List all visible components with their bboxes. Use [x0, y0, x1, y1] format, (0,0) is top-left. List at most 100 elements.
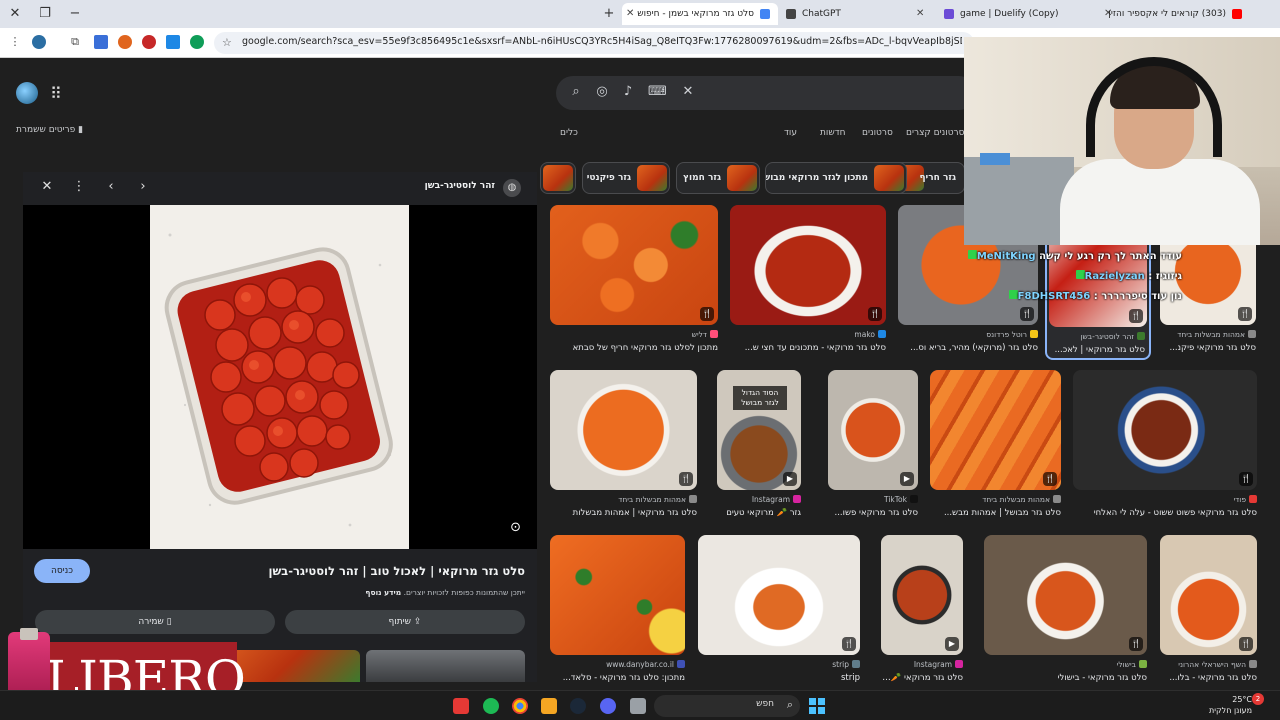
extensions-icon[interactable]: ⧉	[68, 35, 82, 49]
result-title[interactable]: מתכון: סלט גזר מרוקאי - סלאד...	[550, 673, 685, 683]
tab-youtube[interactable]: ✕ (303) קוראים לי אקספיר והזין	[1100, 3, 1250, 25]
result-card[interactable]: ▶ TikTok סלט גזר מרוקאי פשו...	[828, 370, 918, 522]
preview-source[interactable]: זהר לוסטיגר-בשן	[425, 181, 495, 191]
tab-close-icon[interactable]: ✕	[626, 3, 634, 25]
search-icon[interactable]: ⌕	[568, 84, 584, 99]
filter-videos[interactable]: סרטונים	[862, 128, 893, 138]
result-card[interactable]: 🍴 דליש מתכון לסלט גזר מרוקאי חריף של סבת…	[550, 205, 718, 355]
app-icon[interactable]	[453, 698, 469, 714]
result-image[interactable]: ▶	[828, 370, 918, 490]
result-title[interactable]: סלט גזר מרוקאי - בישולי	[984, 673, 1147, 683]
result-image[interactable]: 🍴	[550, 205, 718, 325]
result-image[interactable]: 🍴	[984, 535, 1147, 655]
lens-search-icon[interactable]: ⊙	[510, 520, 521, 535]
extension-icon[interactable]	[118, 35, 132, 49]
result-image[interactable]	[550, 535, 685, 655]
keyboard-icon[interactable]: ⌨	[648, 84, 667, 99]
result-card[interactable]: 🍴 פודי סלט גזר מרוקאי פשוט ששוט - עלה לי…	[1073, 370, 1257, 522]
result-image[interactable]: 🍴	[1073, 370, 1257, 490]
result-title[interactable]: סלט גזר מרוקאי פשו...	[828, 508, 918, 518]
result-title[interactable]: גזר 🥕 מרוקאי טעים	[717, 508, 801, 518]
related-thumbnail[interactable]	[366, 650, 525, 682]
extension-icon[interactable]	[166, 35, 180, 49]
discord-icon[interactable]	[600, 698, 616, 714]
result-title[interactable]: סלט גזר מרוקאי | אמהות מבשלות	[550, 508, 697, 518]
result-card[interactable]: www.danybar.co.il מתכון: סלט גזר מרוקאי …	[550, 535, 685, 687]
notification-badge[interactable]: 2	[1252, 693, 1264, 705]
result-title[interactable]: סלט גזר מרוקאי - בלו...	[1160, 673, 1257, 683]
file-explorer-icon[interactable]	[630, 698, 646, 714]
result-card[interactable]: 🍴 strip strip	[698, 535, 860, 687]
address-bar[interactable]: ☆ google.com/search?sca_esv=55e9f3c85649…	[214, 32, 974, 54]
result-title[interactable]: מתכון לסלט גזר מרוקאי חריף של סבתא	[550, 343, 718, 353]
chrome-icon[interactable]	[512, 698, 528, 714]
chip-pickled-carrot[interactable]: גזר חמוץ	[676, 162, 760, 194]
result-card[interactable]: 🍴 mako סלט גזר מרוקאי - מתכונים עד חצי ש…	[730, 205, 886, 355]
apps-grid-icon[interactable]: ⠿	[50, 84, 62, 103]
filter-more[interactable]: עוד	[784, 128, 797, 138]
more-options-icon[interactable]: ⋮	[70, 179, 88, 194]
preview-image-stage[interactable]: ⊙	[23, 205, 537, 549]
search-box[interactable]: ⌕ ◎ ♪ ⌨ ✕	[556, 76, 976, 110]
result-card[interactable]: הסוד הגדול לגזר מבושל ▶ Instagram גזר 🥕 …	[717, 370, 801, 522]
learn-more-link[interactable]: מידע נוסף	[365, 588, 401, 597]
result-title[interactable]: סלט גזר מרוקאי פשוט ששוט - עלה לי האלחי	[1073, 508, 1257, 518]
result-title[interactable]: סלט גזר מרוקאי - מתכונים עד חצי ש...	[730, 343, 886, 353]
minimize-window-icon[interactable]: −	[64, 4, 86, 24]
result-title[interactable]: סלט גזר (מרוקאי) מהיר, בריא וס...	[898, 343, 1038, 353]
spotify-icon[interactable]	[483, 698, 499, 714]
profile-icon[interactable]	[32, 35, 46, 49]
tab-duelify[interactable]: game | Duelify (Copy)	[938, 3, 1094, 25]
site-info-icon[interactable]: ☆	[222, 36, 232, 49]
chip-piquant-carrot[interactable]: גזר פיקנטי	[582, 162, 670, 194]
url-text[interactable]: google.com/search?sca_esv=55e9f3c856495c…	[242, 36, 962, 47]
filter-shorts[interactable]: סרטונים קצרים	[906, 128, 964, 138]
preview-image[interactable]	[150, 205, 409, 549]
clear-icon[interactable]: ✕	[680, 84, 696, 99]
extension-icon[interactable]	[190, 35, 204, 49]
tab-chatgpt[interactable]: ✕ ChatGPT	[782, 3, 932, 25]
side-panel-icon[interactable]: ⋮	[8, 35, 22, 49]
tab-google-search[interactable]: ✕ סלט גזר מרוקאי בשמן - חיפוש	[622, 3, 778, 25]
result-image[interactable]: 🍴	[730, 205, 886, 325]
next-image-icon[interactable]: ›	[134, 179, 152, 194]
lens-icon[interactable]: ◎	[594, 84, 610, 99]
result-image[interactable]: הסוד הגדול לגזר מבושל ▶	[717, 370, 801, 490]
result-image[interactable]: 🍴	[698, 535, 860, 655]
chip-partial[interactable]	[540, 162, 576, 194]
result-card[interactable]: ▶ Instagram סלט גזר מרוקאי 🥕 מ...	[881, 535, 963, 687]
mic-icon[interactable]: ♪	[620, 84, 636, 99]
visit-button[interactable]: כניסה	[34, 559, 90, 583]
result-title[interactable]: סלט גזר מרוקאי 🥕 מ...	[881, 673, 963, 683]
saved-items-link[interactable]: ▮ פריטים ששמרת	[16, 125, 83, 135]
extension-icon[interactable]	[142, 35, 156, 49]
filter-tools[interactable]: כלים	[560, 128, 578, 138]
result-title[interactable]: סלט גזר מרוקאי פיקנ...	[1160, 343, 1256, 353]
extension-icon[interactable]	[94, 35, 108, 49]
result-image[interactable]: 🍴	[930, 370, 1061, 490]
result-title[interactable]: סלט גזר מרוקאי | לאכ...	[1049, 345, 1145, 355]
taskbar-search[interactable]: חפש ⌕	[654, 695, 800, 717]
restore-window-icon[interactable]: ❐	[34, 4, 56, 24]
result-image[interactable]: 🍴	[550, 370, 697, 490]
preview-title[interactable]: סלט גזר מרוקאי | לאכול טוב | זהר לוסטיגר…	[269, 564, 525, 578]
chip-cooked-carrot[interactable]: מתכון לגזר מרוקאי מבושל	[765, 162, 907, 194]
tab-close-icon[interactable]: ✕	[916, 3, 924, 25]
share-button[interactable]: ⇪ שיתוף	[285, 610, 525, 634]
result-card[interactable]: 🍴 אמהות מבשלות ביחד סלט גזר מבושל | אמהו…	[930, 370, 1061, 522]
previous-image-icon[interactable]: ‹	[102, 179, 120, 194]
steam-icon[interactable]	[570, 698, 586, 714]
weather-widget[interactable]: 25°C מעונן חלקית	[1196, 694, 1252, 716]
filter-news[interactable]: חדשות	[820, 128, 846, 138]
close-preview-icon[interactable]: ✕	[38, 179, 56, 194]
result-title[interactable]: סלט גזר מבושל | אמהות מבש...	[930, 508, 1061, 518]
result-title[interactable]: strip	[698, 673, 860, 683]
result-image[interactable]: ▶	[881, 535, 963, 655]
account-avatar[interactable]	[16, 82, 38, 104]
new-tab-button[interactable]: +	[598, 4, 620, 24]
windows-start-icon[interactable]	[809, 698, 825, 714]
result-card[interactable]: 🍴 בישולי סלט גזר מרוקאי - בישולי	[984, 535, 1147, 687]
result-card[interactable]: 🍴 אמהות מבשלות ביחד סלט גזר מרוקאי | אמה…	[550, 370, 697, 522]
result-image[interactable]: 🍴	[1160, 535, 1257, 655]
close-window-icon[interactable]: ✕	[4, 4, 26, 24]
